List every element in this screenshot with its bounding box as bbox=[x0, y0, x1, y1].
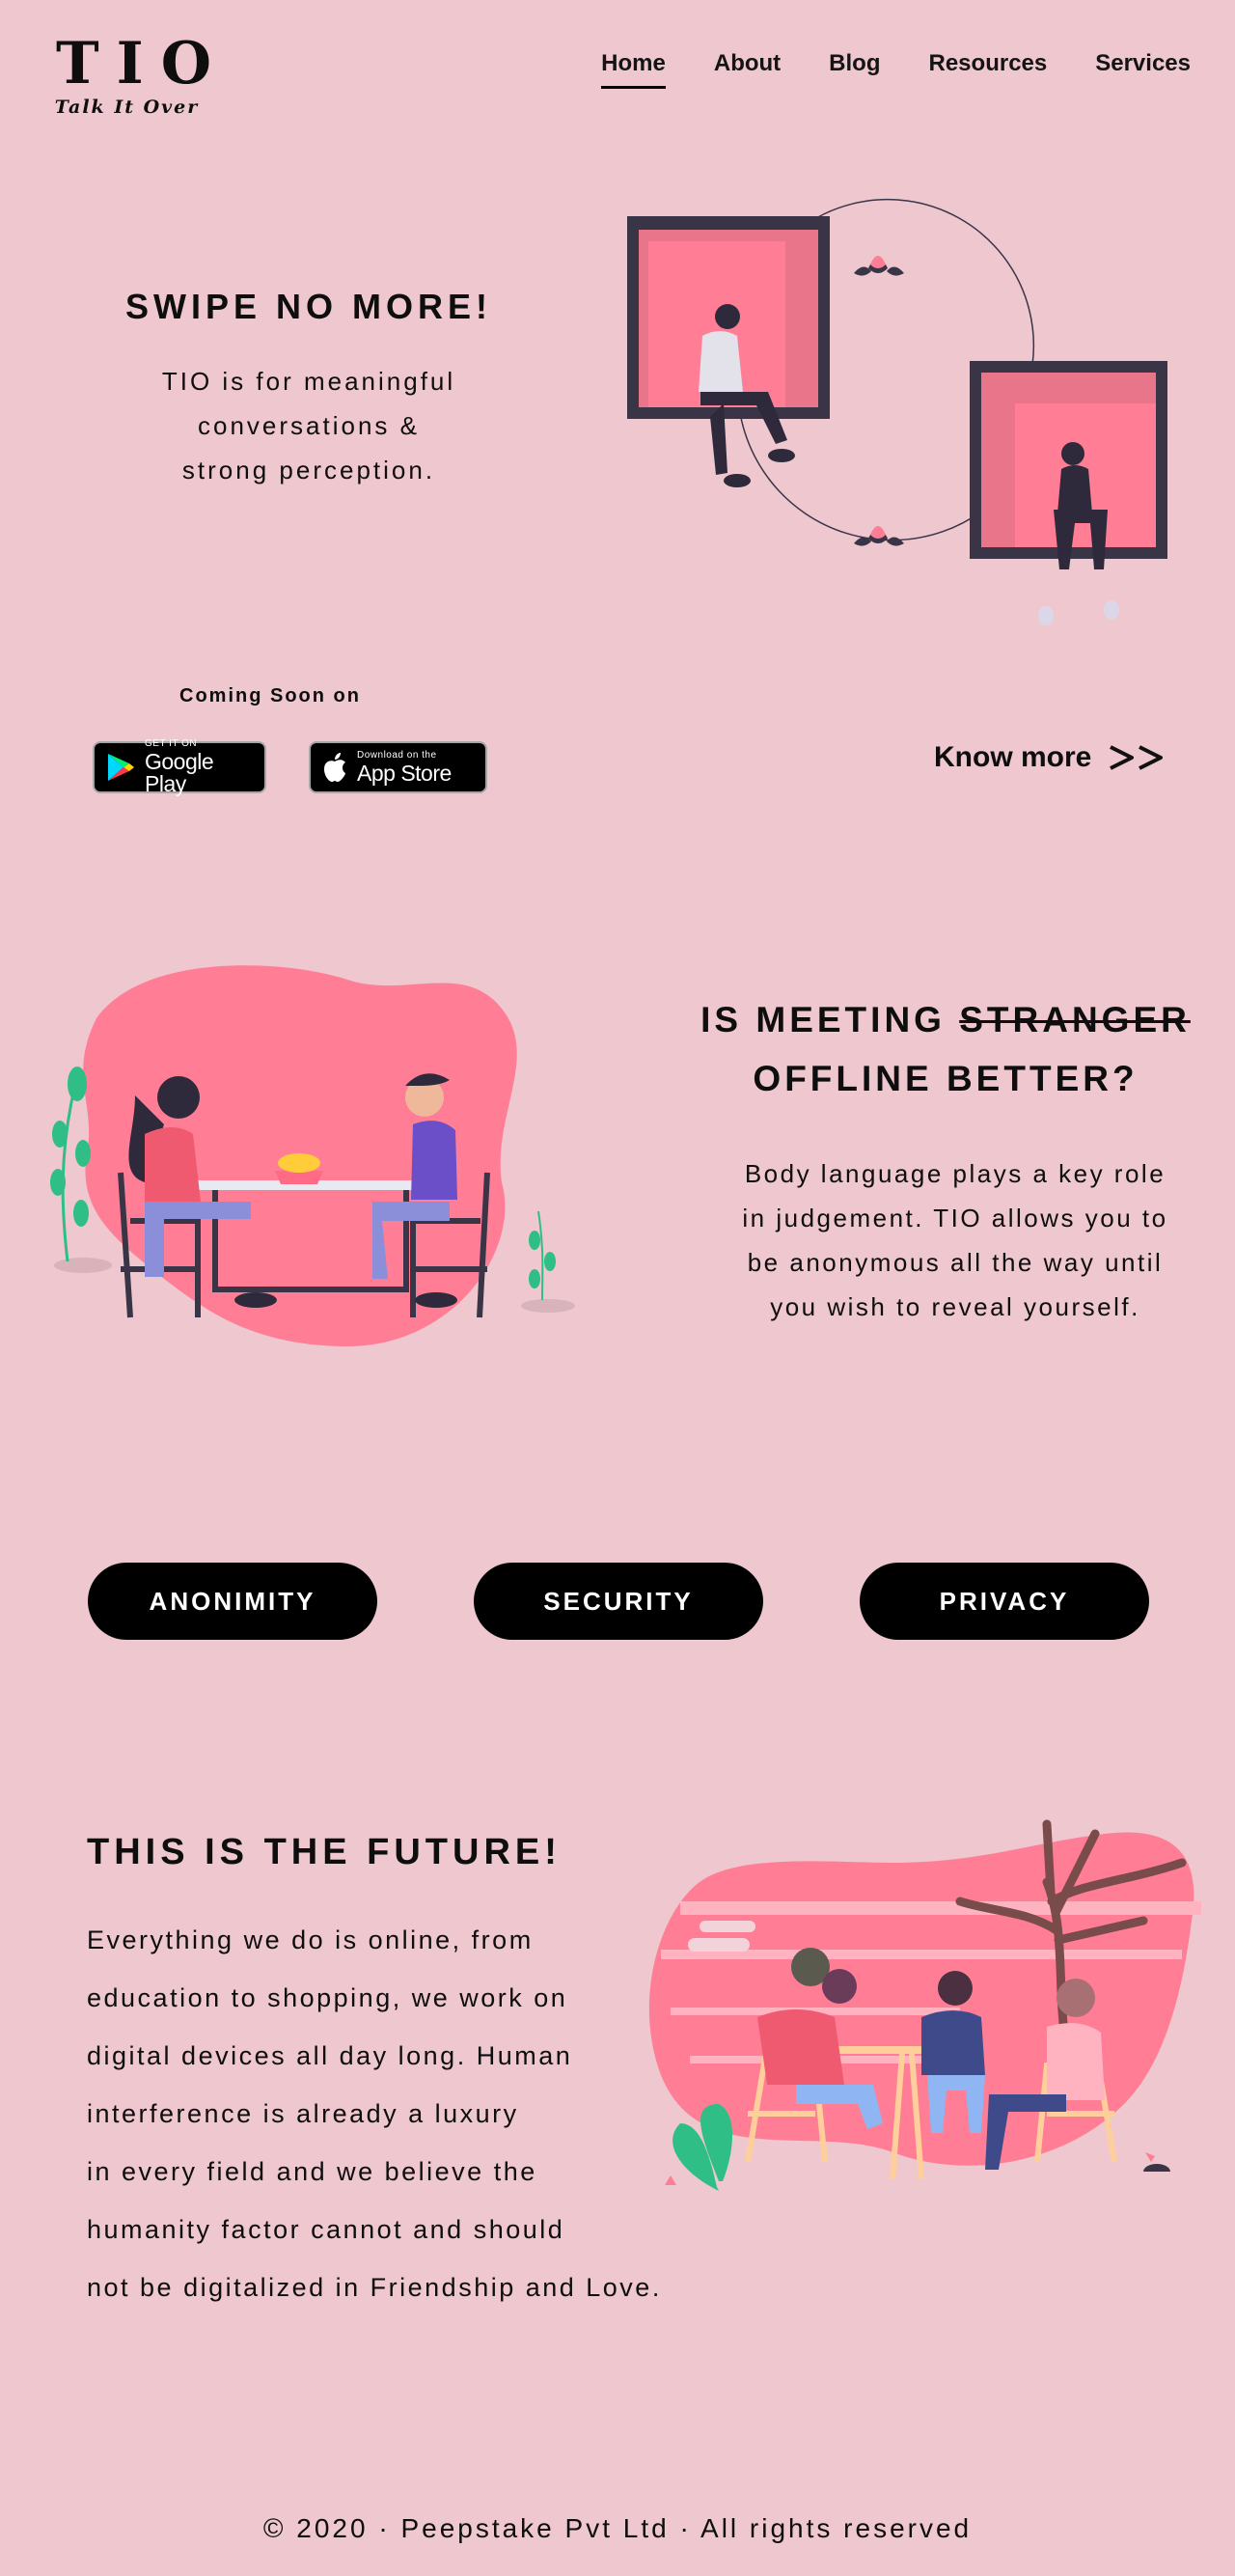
know-more-link[interactable]: Know more bbox=[934, 741, 1168, 774]
hero-heading: SWIPE NO MORE! bbox=[124, 287, 492, 326]
meeting-body-line: Body language plays a key role bbox=[744, 1159, 1166, 1188]
app-store-big: App Store bbox=[357, 760, 452, 786]
hero-subtext-line: TIO is for meaningful bbox=[161, 367, 456, 396]
meeting-heading: IS MEETING STRANGER OFFLINE BETTER? bbox=[695, 990, 1196, 1108]
meeting-body-line: you wish to reveal yourself. bbox=[770, 1292, 1140, 1321]
brand-title: TIO bbox=[56, 30, 229, 97]
future-body-line: interference is already a luxury bbox=[87, 2099, 519, 2128]
main-nav: Home About Blog Resources Services bbox=[601, 50, 1191, 89]
future-body-line: not be digitalized in Friendship and Lov… bbox=[87, 2273, 662, 2302]
double-chevron-right-icon bbox=[1110, 745, 1164, 770]
privacy-button[interactable]: PRIVACY bbox=[860, 1563, 1149, 1640]
hero-subtext-line: conversations & bbox=[198, 411, 420, 440]
meeting-heading-prefix: IS MEETING bbox=[700, 1000, 960, 1039]
anonimity-button[interactable]: ANONIMITY bbox=[88, 1563, 377, 1640]
hero-subtext-line: strong perception. bbox=[181, 456, 436, 485]
google-play-small: GET IT ON bbox=[145, 738, 198, 749]
future-body-line: humanity factor cannot and should bbox=[87, 2215, 565, 2244]
nav-services[interactable]: Services bbox=[1095, 50, 1191, 77]
future-illustration bbox=[648, 1819, 1201, 2191]
google-play-big: Google Play bbox=[145, 749, 214, 796]
google-play-badge[interactable]: GET IT ON Google Play bbox=[93, 738, 266, 796]
future-body-line: Everything we do is online, from bbox=[87, 1925, 534, 1954]
hero-illustration bbox=[627, 199, 1167, 625]
app-store-small: Download on the bbox=[357, 749, 437, 761]
meeting-illustration bbox=[50, 965, 575, 1346]
brand-tagline: Talk It Over bbox=[54, 97, 200, 118]
app-store-badge[interactable]: Download on the App Store bbox=[309, 741, 487, 793]
hero-subtext: TIO is for meaningful conversations & st… bbox=[106, 359, 511, 492]
meeting-body-line: be anonymous all the way until bbox=[747, 1248, 1164, 1277]
security-button[interactable]: SECURITY bbox=[474, 1563, 763, 1640]
future-body-line: education to shopping, we work on bbox=[87, 1983, 568, 2012]
footer-text: © 2020 · Peepstake Pvt Ltd · All rights … bbox=[262, 2513, 973, 2543]
meeting-body-line: in judgement. TIO allows you to bbox=[742, 1204, 1168, 1233]
future-body: Everything we do is online, from educati… bbox=[87, 1911, 724, 2316]
apple-icon bbox=[324, 753, 345, 782]
future-body-line: digital devices all day long. Human bbox=[87, 2041, 573, 2070]
nav-home[interactable]: Home bbox=[601, 50, 666, 89]
nav-about[interactable]: About bbox=[714, 50, 781, 77]
know-more-label: Know more bbox=[934, 741, 1092, 773]
coming-soon-label: Coming Soon on bbox=[179, 685, 361, 706]
brand-logo[interactable]: TIO Talk It Over bbox=[42, 33, 211, 118]
nav-blog[interactable]: Blog bbox=[829, 50, 880, 77]
future-body-line: in every field and we believe the bbox=[87, 2157, 537, 2186]
meeting-heading-line2: OFFLINE BETTER? bbox=[753, 1059, 1139, 1098]
google-play-icon bbox=[108, 754, 134, 781]
meeting-body: Body language plays a key role in judgem… bbox=[714, 1151, 1196, 1329]
nav-resources[interactable]: Resources bbox=[929, 50, 1048, 77]
future-heading: THIS IS THE FUTURE! bbox=[87, 1832, 562, 1872]
meeting-heading-struck: STRANGER bbox=[959, 1000, 1191, 1039]
